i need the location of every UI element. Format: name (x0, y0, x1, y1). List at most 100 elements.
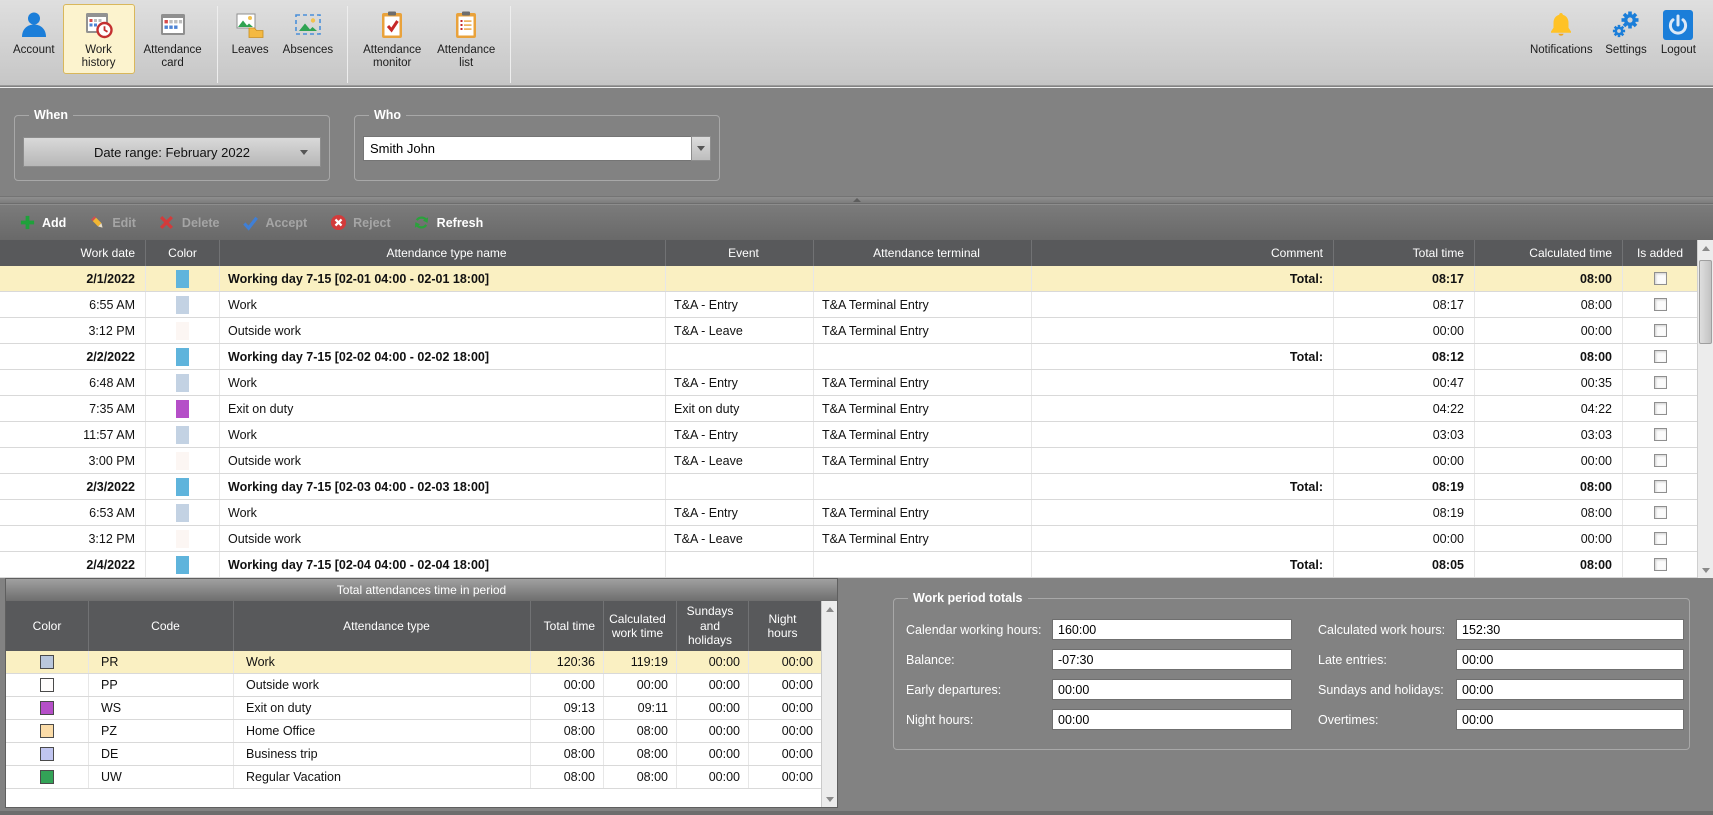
chevron-down-icon (697, 146, 705, 151)
is-added-checkbox[interactable] (1654, 558, 1667, 571)
is-added-checkbox[interactable] (1654, 506, 1667, 519)
work-period-totals-title: Work period totals (908, 591, 1028, 605)
is-added-checkbox[interactable] (1654, 454, 1667, 467)
color-swatch (176, 400, 189, 418)
calendar-working-hours-label: Calendar working hours: (894, 623, 1052, 637)
summary-row[interactable]: PP Outside work 00:00 00:00 00:00 00:00 (6, 674, 821, 697)
table-row[interactable]: 2/1/2022 Working day 7-15 [02-01 04:00 -… (0, 266, 1697, 292)
ribbon-button-notifications[interactable]: Notifications (1525, 4, 1597, 61)
is-added-checkbox[interactable] (1654, 324, 1667, 337)
ribbon-button-work-history[interactable]: Work history (63, 4, 135, 74)
is-added-checkbox[interactable] (1654, 480, 1667, 493)
summary-column-sundays-and-holidays[interactable]: Sundays and holidays (677, 601, 749, 651)
edit-button[interactable]: Edit (78, 210, 146, 236)
calculated-work-hours-field[interactable] (1456, 619, 1684, 640)
total-time-cell: 08:00 (531, 743, 604, 765)
reject-button[interactable]: Reject (319, 210, 401, 236)
table-row[interactable]: 3:00 PM Outside work T&A - Leave T&A Ter… (0, 448, 1697, 474)
column-header-is-added[interactable]: Is added (1623, 240, 1697, 266)
summary-column-code[interactable]: Code (89, 601, 234, 651)
column-header-color[interactable]: Color (146, 240, 220, 266)
late-entries-field[interactable] (1456, 649, 1684, 670)
calendar-working-hours-field[interactable] (1052, 619, 1292, 640)
sundays-holidays-field[interactable] (1456, 679, 1684, 700)
summary-column-total-time[interactable]: Total time (531, 601, 604, 651)
date-range-dropdown[interactable]: Date range: February 2022 (23, 137, 321, 167)
work-period-totals-groupbox: Work period totals Calendar working hour… (893, 598, 1690, 750)
color-cell (146, 474, 220, 499)
is-added-checkbox[interactable] (1654, 272, 1667, 285)
scroll-down-button[interactable] (1698, 562, 1713, 578)
table-row[interactable]: 2/4/2022 Working day 7-15 [02-04 04:00 -… (0, 552, 1697, 578)
early-departures-field[interactable] (1052, 679, 1292, 700)
ribbon-button-attendance-card[interactable]: Attendance card (137, 4, 209, 74)
ribbon-button-account[interactable]: Account (7, 4, 61, 61)
column-header-attendance-terminal[interactable]: Attendance terminal (814, 240, 1032, 266)
total-time-cell: 120:36 (531, 651, 604, 673)
table-row[interactable]: 2/2/2022 Working day 7-15 [02-02 04:00 -… (0, 344, 1697, 370)
summary-column-night-hours[interactable]: Night hours (749, 601, 821, 651)
scroll-up-button[interactable] (1698, 240, 1713, 256)
ribbon-button-leaves[interactable]: Leaves (226, 4, 275, 61)
summary-column-calculated-work-time[interactable]: Calculated work time (604, 601, 677, 651)
check-icon (241, 214, 259, 232)
column-header-work-date[interactable]: Work date (0, 240, 146, 266)
column-header-comment[interactable]: Comment (1032, 240, 1334, 266)
is-added-checkbox[interactable] (1654, 350, 1667, 363)
summary-row[interactable]: PZ Home Office 08:00 08:00 00:00 00:00 (6, 720, 821, 743)
table-row[interactable]: 6:48 AM Work T&A - Entry T&A Terminal En… (0, 370, 1697, 396)
summary-column-color[interactable]: Color (6, 601, 89, 651)
table-row[interactable]: 11:57 AM Work T&A - Entry T&A Terminal E… (0, 422, 1697, 448)
splitter-grip-icon (853, 198, 861, 202)
balance-field[interactable] (1052, 649, 1292, 670)
add-button[interactable]: Add (8, 210, 76, 236)
table-row[interactable]: 3:12 PM Outside work T&A - Leave T&A Ter… (0, 318, 1697, 344)
calendar-grid-icon (157, 9, 189, 41)
is-added-checkbox[interactable] (1654, 428, 1667, 441)
employee-dropdown-button[interactable] (691, 136, 711, 161)
attendance-type-cell: Regular Vacation (234, 766, 531, 788)
is-added-cell (1623, 318, 1697, 343)
column-header-event[interactable]: Event (666, 240, 814, 266)
table-row[interactable]: 2/3/2022 Working day 7-15 [02-03 04:00 -… (0, 474, 1697, 500)
summary-column-attendance-type[interactable]: Attendance type (234, 601, 531, 651)
when-groupbox: When Date range: February 2022 (14, 115, 330, 181)
ribbon-button-absences[interactable]: Absences (277, 4, 340, 61)
is-added-checkbox[interactable] (1654, 298, 1667, 311)
table-row[interactable]: 7:35 AM Exit on duty Exit on duty T&A Te… (0, 396, 1697, 422)
scroll-up-button[interactable] (822, 601, 837, 617)
ribbon-button-attendance-list[interactable]: Attendance list (430, 4, 502, 74)
column-header-total-time[interactable]: Total time (1334, 240, 1475, 266)
summary-row[interactable]: PR Work 120:36 119:19 00:00 00:00 (6, 651, 821, 674)
ribbon-button-label: Account (13, 44, 55, 57)
vertical-scrollbar[interactable] (1697, 240, 1713, 578)
reject-button-label: Reject (353, 216, 391, 230)
table-row[interactable]: 6:55 AM Work T&A - Entry T&A Terminal En… (0, 292, 1697, 318)
scrollbar-thumb[interactable] (1699, 260, 1712, 344)
work-date-cell: 3:12 PM (0, 318, 146, 343)
summary-row[interactable]: UW Regular Vacation 08:00 08:00 00:00 00… (6, 766, 821, 789)
summary-vertical-scrollbar[interactable] (821, 601, 837, 807)
ribbon-button-settings[interactable]: Settings (1599, 4, 1653, 61)
is-added-checkbox[interactable] (1654, 402, 1667, 415)
summary-row[interactable]: WS Exit on duty 09:13 09:11 00:00 00:00 (6, 697, 821, 720)
scroll-down-button[interactable] (822, 791, 837, 807)
is-added-checkbox[interactable] (1654, 376, 1667, 389)
ribbon-button-attendance-monitor[interactable]: Attendance monitor (356, 4, 428, 74)
column-header-attendance-type-name[interactable]: Attendance type name (220, 240, 666, 266)
color-cell (146, 422, 220, 447)
night-hours-field[interactable] (1052, 709, 1292, 730)
column-header-calculated-time[interactable]: Calculated time (1475, 240, 1623, 266)
employee-input[interactable] (363, 136, 691, 161)
summary-row[interactable]: DE Business trip 08:00 08:00 00:00 00:00 (6, 743, 821, 766)
is-added-checkbox[interactable] (1654, 532, 1667, 545)
delete-button[interactable]: Delete (148, 210, 230, 236)
ribbon-button-logout[interactable]: Logout (1655, 4, 1702, 61)
accept-button[interactable]: Accept (231, 210, 317, 236)
sundays-cell: 00:00 (677, 697, 749, 719)
horizontal-splitter[interactable] (0, 196, 1713, 204)
overtimes-field[interactable] (1456, 709, 1684, 730)
table-row[interactable]: 3:12 PM Outside work T&A - Leave T&A Ter… (0, 526, 1697, 552)
refresh-button[interactable]: Refresh (403, 210, 494, 236)
table-row[interactable]: 6:53 AM Work T&A - Entry T&A Terminal En… (0, 500, 1697, 526)
